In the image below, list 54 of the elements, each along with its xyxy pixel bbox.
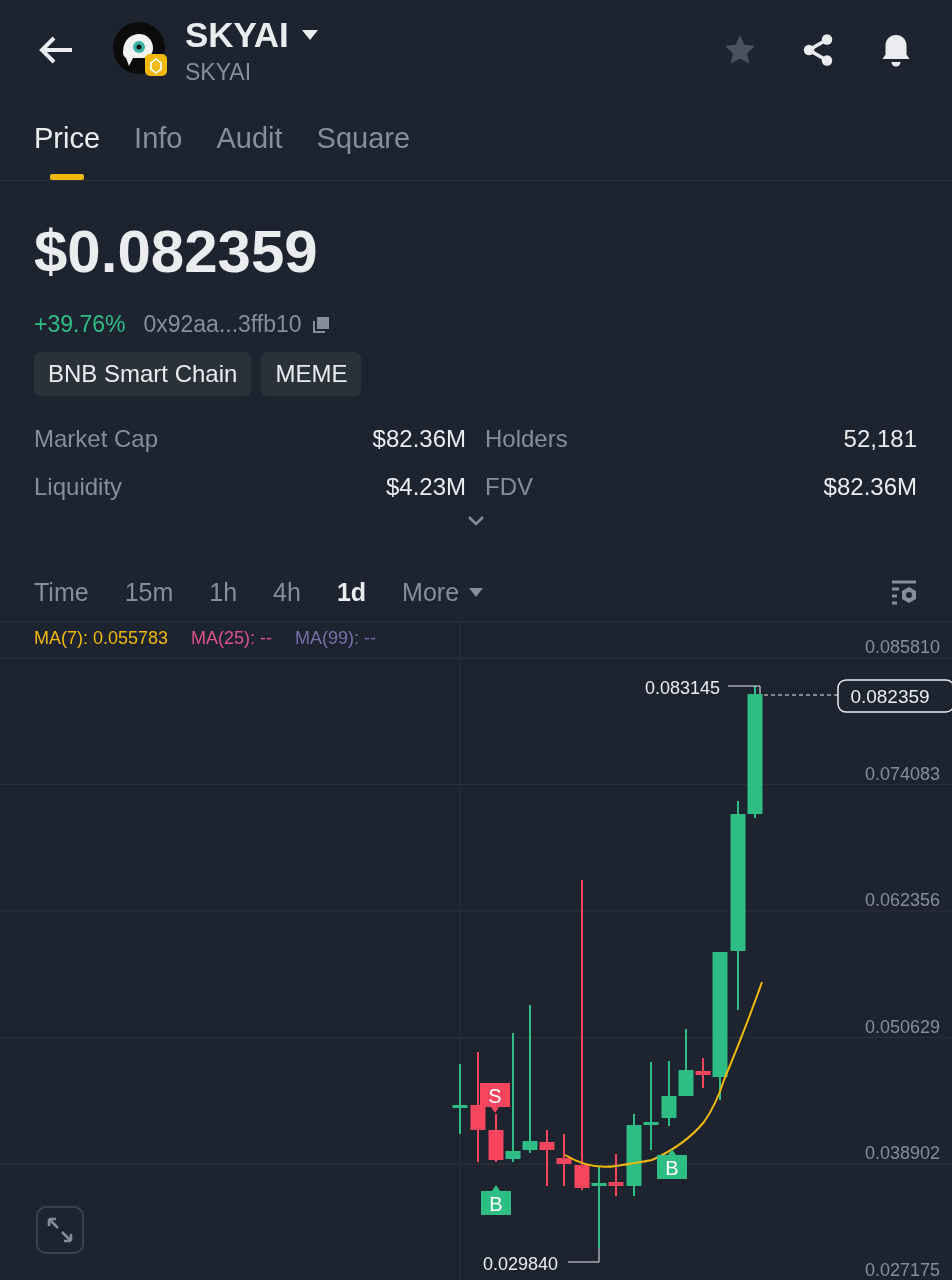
expand-icon	[46, 1216, 74, 1244]
candle	[556, 1133, 572, 1187]
caret-icon	[469, 587, 484, 597]
stat-value: $82.36M	[823, 473, 917, 501]
token-symbol: SKYAI	[185, 58, 253, 86]
expand-button[interactable]	[36, 1206, 84, 1254]
tab[interactable]: Info	[134, 100, 183, 180]
leader-line	[727, 685, 761, 695]
price-axis-label: 0.050629	[864, 1016, 940, 1037]
price-change: +39.76%	[34, 311, 126, 338]
high-price-label: 0.083145	[644, 678, 720, 698]
interval-tab[interactable]: More	[402, 577, 484, 607]
interval-tab[interactable]: 4h	[273, 577, 301, 607]
price-axis-label: 0.074083	[864, 763, 940, 784]
ma-legend: MA(99): --	[295, 628, 377, 649]
price-axis-label: 0.085810	[864, 637, 940, 657]
price-axis-label: 0.038902	[864, 1143, 940, 1163]
copy-icon[interactable]	[311, 315, 330, 334]
chart-settings-icon[interactable]	[890, 578, 918, 606]
stat-label: Liquidity	[34, 473, 123, 501]
token-name: SKYAI	[185, 14, 289, 55]
interval-tab[interactable]: 1d	[336, 577, 367, 607]
token-logo-icon	[113, 22, 169, 78]
stat-label: FDV	[485, 473, 533, 501]
current-price-tag: 0.082359	[837, 679, 952, 713]
leader-line	[567, 1247, 600, 1263]
contract-address: 0x92aa...3ffb10	[143, 311, 302, 338]
ma-legend: MA(7): 0.055783	[34, 628, 169, 649]
price-axis-label: 0.027175	[864, 1260, 940, 1280]
candle	[661, 1060, 677, 1127]
dropdown-caret-icon[interactable]	[300, 28, 319, 41]
stat-label: Market Cap	[34, 425, 159, 453]
interval-tab[interactable]: 15m	[124, 577, 174, 607]
candle	[452, 1063, 468, 1135]
price-axis-label: 0.062356	[864, 890, 940, 910]
tag: MEME	[261, 352, 362, 396]
tab[interactable]: Price	[34, 100, 101, 180]
interval-tab[interactable]: 1h	[209, 577, 238, 607]
stat-value: $4.23M	[385, 473, 466, 501]
tag: BNB Smart Chain	[34, 352, 252, 396]
token-price: $0.082359	[33, 217, 319, 285]
interval-tab[interactable]: Time	[34, 577, 89, 607]
tab[interactable]: Audit	[216, 100, 283, 180]
chevron-down-icon[interactable]	[467, 515, 485, 527]
stat-value: 52,181	[843, 425, 917, 453]
low-price-label: 0.029840	[482, 1254, 558, 1274]
buy-marker: B	[657, 1149, 687, 1179]
ma-legend: MA(25): --	[191, 628, 273, 649]
back-arrow-icon[interactable]	[38, 35, 74, 65]
stat-label: Holders	[485, 425, 568, 453]
tab[interactable]: Square	[316, 100, 411, 180]
sell-marker: S	[480, 1083, 510, 1113]
stat-value: $82.36M	[372, 425, 466, 453]
buy-marker: B	[481, 1185, 511, 1215]
